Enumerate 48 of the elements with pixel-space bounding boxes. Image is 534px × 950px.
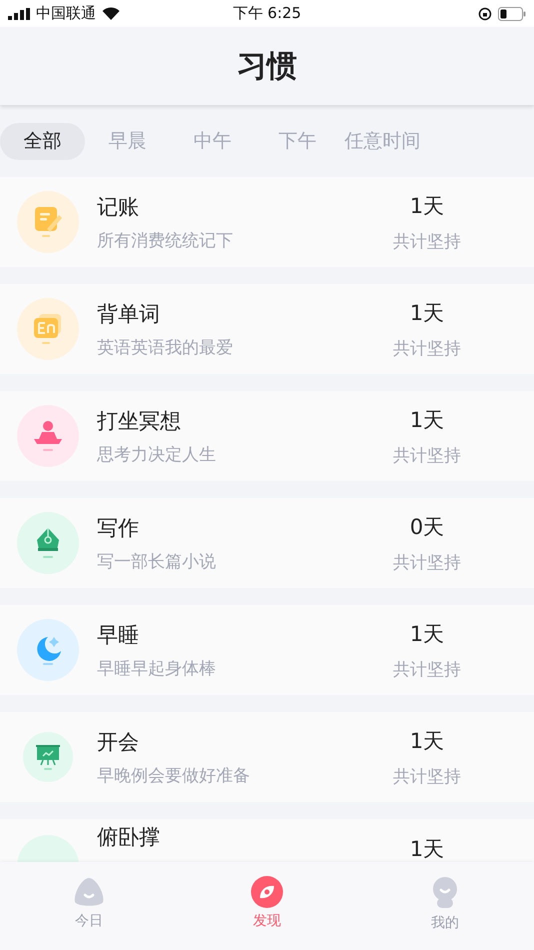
clock-time: 下午 6:25 — [232, 4, 302, 22]
streak-label: 共计坚持 — [393, 338, 461, 360]
habit-card[interactable]: 打坐冥想 思考力决定人生 1天 共计坚持 — [0, 391, 534, 481]
habit-description: 所有消费统统记下 — [97, 230, 234, 252]
habit-name: 俯卧撑 — [97, 824, 161, 851]
habit-description: 写一部长篇小说 — [97, 550, 217, 572]
habit-description: 英语英语我的最爱 — [97, 336, 234, 358]
streak-days: 1天 — [410, 620, 444, 648]
habit-name: 背单词 — [97, 300, 161, 328]
meditating-figure-icon — [33, 419, 63, 453]
habit-description: 早睡早起身体棒 — [97, 658, 217, 680]
signal-icon — [8, 8, 30, 20]
presentation-board-icon — [35, 743, 61, 771]
streak-days: 1天 — [410, 298, 444, 326]
page-title: 习惯 — [237, 48, 297, 86]
habit-card[interactable]: 记账 所有消费统统记下 1天 共计坚持 — [0, 177, 534, 267]
habit-description: 早晚例会要做好准备 — [97, 764, 251, 786]
streak-label: 共计坚持 — [393, 444, 461, 466]
streak-label: 共计坚持 — [393, 230, 461, 252]
habit-card[interactable]: 俯卧撑 1天 — [0, 819, 534, 862]
avatar-icon[interactable] — [430, 876, 460, 910]
habit-card[interactable]: 写作 写一部长篇小说 0天 共计坚持 — [0, 498, 534, 588]
habit-name: 记账 — [97, 194, 140, 220]
carrier-name: 中国联通 — [36, 4, 96, 23]
blob-face-icon[interactable] — [72, 876, 106, 908]
filter-tab[interactable]: 全部 — [0, 122, 85, 160]
streak-days: 1天 — [410, 406, 444, 434]
habit-card[interactable]: 开会 早晚例会要做好准备 1天 共计坚持 — [0, 712, 534, 802]
habit-description: 思考力决定人生 — [97, 444, 217, 466]
habit-name: 打坐冥想 — [97, 408, 182, 434]
streak-label: 共计坚持 — [393, 658, 461, 680]
streak-days: 1天 — [410, 192, 444, 220]
streak-label: 共计坚持 — [393, 766, 461, 788]
english-card-icon — [32, 312, 64, 346]
streak-label: 共计坚持 — [393, 552, 461, 574]
habit-name: 开会 — [97, 728, 140, 756]
notepad-icon — [33, 205, 63, 239]
streak-days: 1天 — [410, 726, 444, 754]
habit-name: 早睡 — [97, 622, 140, 648]
streak-days: 0天 — [410, 512, 444, 540]
habit-card[interactable]: 背单词 英语英语我的最爱 1天 共计坚持 — [0, 284, 534, 374]
battery-icon — [498, 6, 526, 20]
habit-card[interactable]: 早睡 早睡早起身体棒 1天 共计坚持 — [0, 605, 534, 695]
rotation-lock-icon — [478, 6, 492, 20]
wifi-icon — [102, 7, 120, 20]
streak-days: 1天 — [410, 835, 444, 862]
compass-icon[interactable] — [251, 876, 283, 908]
habit-name: 写作 — [97, 514, 140, 542]
